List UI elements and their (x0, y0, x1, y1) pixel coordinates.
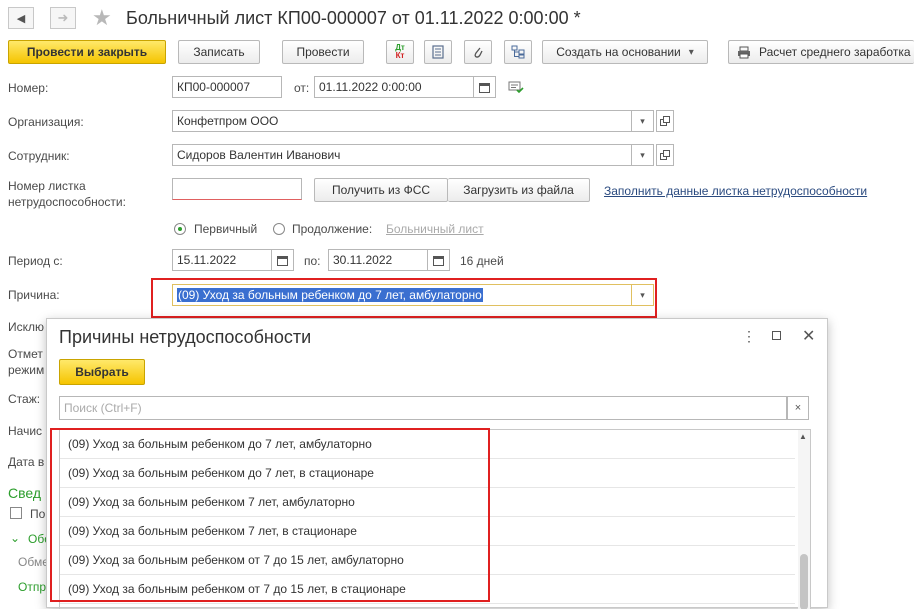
list-scrollbar[interactable]: ▲ (798, 430, 810, 609)
scrollbar-thumb[interactable] (800, 554, 808, 609)
chevron-down-icon: ▾ (640, 289, 645, 300)
calendar-icon (277, 255, 288, 266)
chevron-down-icon: ▾ (640, 115, 645, 126)
chevron-down-icon[interactable]: ⌄ (10, 531, 20, 545)
primary-label: Первичный (194, 222, 258, 236)
attach-button[interactable] (464, 40, 492, 64)
employee-field[interactable]: Сидоров Валентин Иванович (172, 144, 632, 166)
organization-field[interactable]: Конфетпром ООО (172, 110, 632, 132)
search-clear-button[interactable]: × (787, 396, 809, 420)
period-to-label: по: (304, 254, 321, 268)
scroll-up-arrow-icon[interactable]: ▲ (799, 432, 807, 441)
partial-label-mode: режим (8, 363, 45, 377)
calendar-button[interactable] (474, 76, 496, 98)
favorite-star-icon[interactable]: ★ (92, 5, 112, 31)
title-bar: ◀ ➜ ★ Больничный лист КП00-000007 от 01.… (0, 0, 914, 36)
chevron-down-icon: ▾ (640, 149, 645, 160)
average-salary-print-button[interactable]: Расчет среднего заработка (728, 40, 914, 64)
paperclip-icon (474, 47, 483, 58)
partial-label-send[interactable]: Отпр (18, 580, 46, 594)
reason-selected-text: (09) Уход за больным ребенком до 7 лет, … (177, 288, 483, 302)
maximize-icon[interactable] (772, 331, 781, 340)
get-from-fss-button[interactable]: Получить из ФСС (314, 178, 448, 202)
organization-open-button[interactable] (656, 110, 674, 132)
period-to-field[interactable]: 30.11.2022 (328, 249, 428, 271)
partial-label-mark: Отмет (8, 347, 43, 361)
arrow-left-icon: ◀ (16, 12, 26, 25)
continuation-radio[interactable] (273, 223, 285, 235)
forward-button[interactable]: ➜ (50, 7, 76, 29)
sick-sheet-number-field[interactable] (172, 178, 302, 200)
partial-label-experience: Стаж: (8, 392, 41, 406)
open-window-icon (660, 116, 670, 126)
partial-checkbox[interactable] (10, 507, 22, 519)
calendar-icon (433, 255, 444, 266)
organization-dropdown-button[interactable]: ▾ (632, 110, 654, 132)
save-button[interactable]: Записать (178, 40, 260, 64)
dt-kt-button[interactable]: Дт Кт (386, 40, 414, 64)
period-from-field[interactable]: 15.11.2022 (172, 249, 272, 271)
sick-sheet-number-label-line2: нетрудоспособности: (8, 195, 126, 209)
period-to-calendar-button[interactable] (428, 249, 450, 271)
check-list-icon[interactable] (508, 80, 524, 97)
reason-label: Причина: (8, 288, 60, 302)
arrow-right-icon: ➜ (57, 10, 69, 25)
average-salary-label: Расчет среднего заработка (759, 45, 911, 59)
chevron-down-icon: ▾ (688, 46, 694, 58)
document-date-field[interactable]: 01.11.2022 0:00:00 (314, 76, 474, 98)
select-button[interactable]: Выбрать (59, 359, 145, 385)
partial-label-accrual: Начис (8, 424, 43, 438)
list-view-button[interactable] (424, 40, 452, 64)
close-icon[interactable]: ✕ (802, 326, 815, 346)
list-highlight-frame (50, 428, 490, 602)
employee-dropdown-button[interactable]: ▾ (632, 144, 654, 166)
date-from-label: от: (294, 81, 310, 95)
open-window-icon (660, 150, 670, 160)
calendar-icon (479, 82, 490, 93)
printer-icon (738, 46, 750, 58)
close-icon: × (794, 402, 802, 414)
sick-leave-link[interactable]: Больничный лист (386, 222, 484, 236)
sick-sheet-number-label-line1: Номер листка (8, 179, 86, 193)
number-label: Номер: (8, 81, 49, 95)
period-from-calendar-button[interactable] (272, 249, 294, 271)
create-based-on-label: Создать на основании (556, 45, 681, 59)
search-input[interactable]: Поиск (Ctrl+F) (59, 396, 787, 420)
document-list-icon (432, 45, 444, 59)
continuation-label: Продолжение: (292, 222, 373, 236)
dialog-title: Причины нетрудоспособности (59, 327, 312, 347)
partial-section-info: Свед (8, 485, 42, 501)
reason-field[interactable]: (09) Уход за больным ребенком до 7 лет, … (172, 284, 632, 306)
partial-label-date: Дата в (8, 455, 45, 469)
reason-dropdown-button[interactable]: ▾ (632, 284, 654, 306)
days-count: 16 дней (460, 254, 504, 268)
employee-open-button[interactable] (656, 144, 674, 166)
hierarchy-icon (511, 45, 525, 59)
organization-label: Организация: (8, 115, 84, 129)
create-based-on-button[interactable]: Создать на основании ▾ (542, 40, 708, 64)
period-from-label: Период с: (8, 254, 63, 268)
back-button[interactable]: ◀ (8, 7, 34, 29)
post-and-close-button[interactable]: Провести и закрыть (8, 40, 166, 64)
employee-label: Сотрудник: (8, 149, 70, 163)
primary-radio[interactable] (174, 223, 186, 235)
structure-button[interactable] (504, 40, 532, 64)
page-title: Больничный лист КП00-000007 от 01.11.202… (126, 8, 581, 28)
partial-label-checkbox: По (30, 507, 46, 521)
more-options-icon[interactable]: ⋮ (742, 328, 756, 345)
kt-label: Кт (395, 51, 405, 60)
post-button[interactable]: Провести (282, 40, 364, 64)
fill-sheet-data-link[interactable]: Заполнить данные листка нетрудоспособнос… (604, 184, 867, 198)
load-from-file-button[interactable]: Загрузить из файла (448, 178, 590, 202)
partial-label-exclude: Исклю (8, 320, 45, 334)
partial-label-exchange: Обме (18, 555, 49, 569)
number-field[interactable]: КП00-000007 (172, 76, 282, 98)
